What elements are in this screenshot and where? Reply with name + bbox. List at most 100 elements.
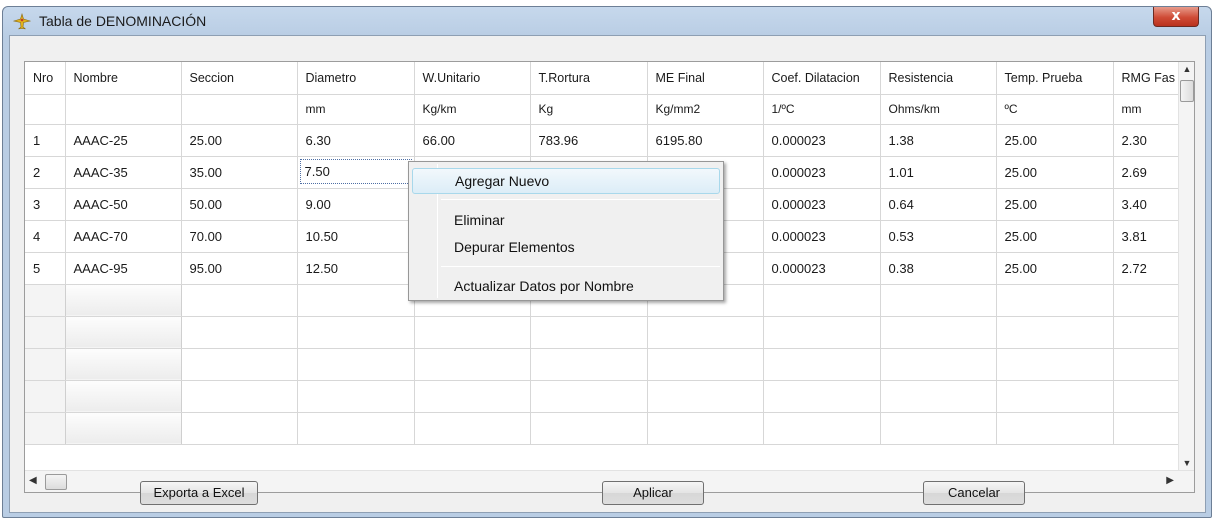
empty-cell[interactable] [25, 412, 66, 445]
table-cell[interactable]: 0.000023 [763, 156, 881, 189]
empty-cell[interactable] [647, 348, 764, 381]
scroll-right-icon[interactable]: ▶ [1166, 475, 1174, 486]
empty-row[interactable] [25, 380, 1179, 413]
empty-cell[interactable] [530, 348, 648, 381]
table-cell[interactable]: 2.30 [1113, 124, 1179, 157]
scroll-left-icon[interactable]: ◀ [29, 475, 37, 486]
empty-cell[interactable] [530, 316, 648, 349]
table-cell[interactable]: 25.00 [996, 220, 1114, 253]
empty-cell[interactable] [763, 316, 881, 349]
menu-item-depurar-elementos[interactable]: Depurar Elementos [412, 234, 720, 260]
empty-cell[interactable] [647, 412, 764, 445]
column-header-temp-prueba[interactable]: Temp. Prueba [996, 62, 1114, 95]
column-header-diametro[interactable]: Diametro [297, 62, 415, 95]
table-cell[interactable]: 0.38 [880, 252, 997, 285]
vertical-scroll-thumb[interactable] [1180, 80, 1194, 102]
empty-cell[interactable] [996, 380, 1114, 413]
empty-cell[interactable] [297, 348, 415, 381]
empty-cell[interactable] [880, 316, 997, 349]
table-cell[interactable]: 2.69 [1113, 156, 1179, 189]
menu-item-eliminar[interactable]: Eliminar [412, 207, 720, 233]
menu-item-agregar-nuevo[interactable]: Agregar Nuevo [412, 168, 720, 194]
row-number[interactable]: 5 [25, 252, 66, 285]
column-header-t-rortura[interactable]: T.Rortura [530, 62, 648, 95]
table-row[interactable]: 1 AAAC-25 25.00 6.30 66.00 783.96 6195.80 0.000… [25, 124, 1179, 157]
empty-cell[interactable] [65, 284, 182, 317]
empty-cell[interactable] [1113, 316, 1179, 349]
table-cell[interactable]: 6195.80 [647, 124, 764, 157]
table-cell[interactable]: 25.00 [996, 156, 1114, 189]
empty-cell[interactable] [414, 380, 531, 413]
empty-cell[interactable] [414, 412, 531, 445]
table-cell[interactable]: 2.72 [1113, 252, 1179, 285]
table-cell[interactable]: 0.000023 [763, 124, 881, 157]
vertical-scrollbar[interactable]: ▲ ▼ [1178, 62, 1194, 470]
empty-cell[interactable] [996, 316, 1114, 349]
column-header-coef-dilatacion[interactable]: Coef. Dilatacion [763, 62, 881, 95]
empty-cell[interactable] [65, 348, 182, 381]
title-bar[interactable]: Tabla de DENOMINACIÓN x [3, 7, 1211, 35]
empty-cell[interactable] [25, 348, 66, 381]
scroll-down-icon[interactable]: ▼ [1179, 458, 1194, 468]
empty-cell[interactable] [25, 284, 66, 317]
empty-cell[interactable] [880, 380, 997, 413]
scroll-up-icon[interactable]: ▲ [1179, 64, 1194, 74]
table-cell[interactable]: 6.30 [297, 124, 415, 157]
empty-cell[interactable] [414, 316, 531, 349]
empty-cell[interactable] [181, 284, 298, 317]
empty-cell[interactable] [181, 316, 298, 349]
empty-cell[interactable] [763, 348, 881, 381]
table-cell[interactable]: 9.00 [297, 188, 415, 221]
menu-item-actualizar-datos[interactable]: Actualizar Datos por Nombre [412, 273, 720, 299]
table-cell[interactable]: 7.50 [297, 156, 415, 189]
table-cell[interactable]: 70.00 [181, 220, 298, 253]
empty-cell[interactable] [763, 380, 881, 413]
column-header-resistencia[interactable]: Resistencia [880, 62, 997, 95]
table-cell[interactable]: 0.000023 [763, 220, 881, 253]
empty-cell[interactable] [1113, 348, 1179, 381]
empty-cell[interactable] [414, 348, 531, 381]
empty-cell[interactable] [181, 380, 298, 413]
table-cell[interactable]: 1.38 [880, 124, 997, 157]
table-cell[interactable]: AAAC-50 [65, 188, 182, 221]
row-number[interactable]: 3 [25, 188, 66, 221]
empty-cell[interactable] [297, 380, 415, 413]
empty-cell[interactable] [763, 284, 881, 317]
table-cell[interactable]: 25.00 [181, 124, 298, 157]
column-header-nombre[interactable]: Nombre [65, 62, 182, 95]
column-header-nro[interactable]: Nro [25, 62, 66, 95]
row-number[interactable]: 4 [25, 220, 66, 253]
empty-cell[interactable] [297, 316, 415, 349]
row-number[interactable]: 1 [25, 124, 66, 157]
table-cell[interactable]: 25.00 [996, 188, 1114, 221]
table-cell[interactable]: 1.01 [880, 156, 997, 189]
table-cell[interactable]: 12.50 [297, 252, 415, 285]
table-cell[interactable]: 35.00 [181, 156, 298, 189]
table-cell[interactable]: 50.00 [181, 188, 298, 221]
empty-cell[interactable] [880, 412, 997, 445]
empty-row[interactable] [25, 316, 1179, 349]
empty-cell[interactable] [65, 316, 182, 349]
column-header-w-unitario[interactable]: W.Unitario [414, 62, 531, 95]
table-cell[interactable]: 66.00 [414, 124, 531, 157]
empty-cell[interactable] [996, 284, 1114, 317]
row-number[interactable]: 2 [25, 156, 66, 189]
empty-cell[interactable] [1113, 412, 1179, 445]
table-cell[interactable]: 0.53 [880, 220, 997, 253]
empty-cell[interactable] [880, 284, 997, 317]
cancel-button[interactable]: Cancelar [923, 481, 1025, 505]
empty-cell[interactable] [647, 316, 764, 349]
table-cell[interactable]: 3.40 [1113, 188, 1179, 221]
cell-editor[interactable]: 7.50 [299, 158, 412, 184]
table-cell[interactable]: 0.000023 [763, 252, 881, 285]
table-cell[interactable]: AAAC-35 [65, 156, 182, 189]
empty-cell[interactable] [181, 412, 298, 445]
empty-row[interactable] [25, 348, 1179, 381]
table-cell[interactable]: 0.000023 [763, 188, 881, 221]
empty-cell[interactable] [647, 380, 764, 413]
column-header-seccion[interactable]: Seccion [181, 62, 298, 95]
empty-cell[interactable] [1113, 284, 1179, 317]
table-cell[interactable]: AAAC-95 [65, 252, 182, 285]
table-cell[interactable]: 25.00 [996, 124, 1114, 157]
column-header-me-final[interactable]: ME Final [647, 62, 764, 95]
